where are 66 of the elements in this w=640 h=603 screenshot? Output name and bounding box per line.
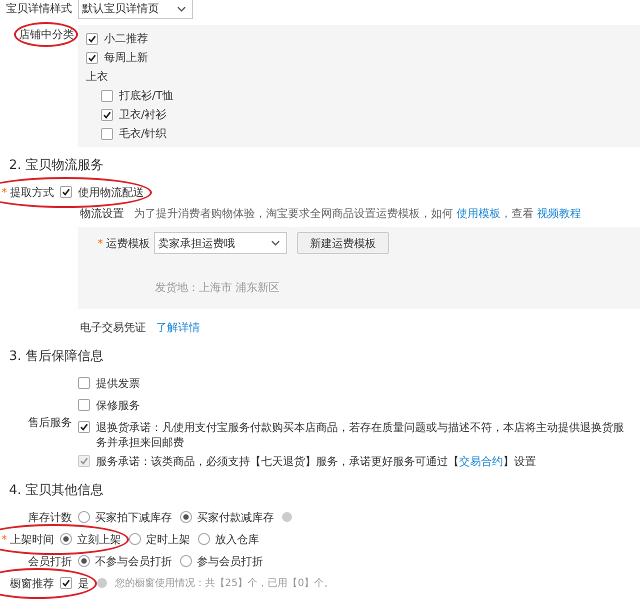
field-label: 店铺中分类 <box>19 27 74 42</box>
link[interactable]: 了解详情 <box>156 320 200 335</box>
checkbox[interactable] <box>78 377 90 389</box>
option-label: 参与会员打折 <box>197 554 263 568</box>
radio-button[interactable] <box>78 511 90 523</box>
checkbox[interactable] <box>86 52 98 64</box>
link[interactable]: 使用模板 <box>456 207 500 220</box>
link[interactable]: 视频教程 <box>537 207 581 220</box>
checkbox[interactable] <box>101 108 113 120</box>
required-mark: * <box>98 236 103 250</box>
help-icon[interactable] <box>282 512 292 522</box>
field-label: 橱窗推荐 <box>10 576 54 590</box>
checkbox[interactable] <box>101 128 113 140</box>
option-label: 打底衫/T恤 <box>119 88 174 103</box>
option-label: 买家付款减库存 <box>197 510 274 524</box>
field-label: 库存计数 <box>28 510 72 524</box>
section-heading: 4. 宝贝其他信息 <box>8 482 105 500</box>
option-label: 定时上架 <box>146 532 190 546</box>
option-label: 使用物流配送 <box>78 184 144 200</box>
field-label: 物流设置 <box>80 206 124 221</box>
option-label: 提供发票 <box>96 376 140 391</box>
radio-button[interactable] <box>180 555 192 567</box>
option-label: 是 <box>78 576 89 590</box>
section-heading: 2. 宝贝物流服务 <box>8 157 105 175</box>
radio-button[interactable] <box>60 533 72 545</box>
option-label: 退换货承诺：凡使用支付宝服务付款购买本店商品，若存在质量问题或与描述不符，本店将主动提供退换货服务并承担来回邮费 <box>96 420 625 450</box>
checkbox[interactable] <box>86 32 98 44</box>
option-label: 每周上新 <box>104 50 148 65</box>
help-icon[interactable] <box>97 578 107 588</box>
field-label: 宝贝详情样式 <box>6 1 72 16</box>
origin-text: 发货地：上海市 浦东新区 <box>154 280 280 295</box>
option-label: 毛衣/针织 <box>119 126 167 141</box>
new-template-button[interactable]: 新建运费模板 <box>297 232 389 254</box>
radio-button[interactable] <box>78 555 90 567</box>
dropdown[interactable]: 卖家承担运费哦 <box>154 232 287 254</box>
option-label: 买家拍下减库存 <box>95 510 172 524</box>
dropdown[interactable]: 默认宝贝详情页 <box>78 0 193 18</box>
checkbox[interactable] <box>60 577 72 589</box>
option-label: 服务承诺：该类商品，必须支持【七天退货】服务，承诺更好服务可通过【交易合约】设置 <box>96 454 536 469</box>
option-label: 保修服务 <box>96 398 140 413</box>
checkbox[interactable] <box>101 90 113 102</box>
checkbox[interactable] <box>60 186 72 198</box>
radio-button[interactable] <box>198 533 210 545</box>
checkbox[interactable] <box>78 421 90 433</box>
field-label: 售后服务 <box>28 414 72 430</box>
required-mark: * <box>2 532 7 546</box>
required-mark: * <box>2 186 7 198</box>
group-label: 上衣 <box>86 69 109 85</box>
field-label: 上架时间 <box>10 532 54 546</box>
option-label: 不参与会员打折 <box>95 554 172 568</box>
option-label: 卫衣/衬衫 <box>119 107 167 122</box>
radio-button[interactable] <box>180 511 192 523</box>
radio-button[interactable] <box>129 533 141 545</box>
option-label: 立刻上架 <box>77 532 121 546</box>
caret-icon <box>271 240 280 246</box>
caret-icon <box>177 6 186 12</box>
field-label: 提取方式 <box>10 184 54 200</box>
option-label: 小二推荐 <box>104 31 148 46</box>
checkbox[interactable] <box>78 399 90 411</box>
option-label: 放入仓库 <box>215 532 259 546</box>
description-text: 为了提升消费者购物体验，淘宝要求全网商品设置运费模板，如何 使用模板，查看 视频教程 <box>134 206 581 221</box>
field-label: 会员打折 <box>28 554 72 568</box>
section-heading: 3. 售后保障信息 <box>8 348 105 366</box>
field-label: 运费模板 <box>106 236 150 250</box>
usage-note: 您的橱窗使用情况：共【25】个，已用【0】个。 <box>115 576 334 590</box>
field-label: 电子交易凭证 <box>80 320 146 335</box>
